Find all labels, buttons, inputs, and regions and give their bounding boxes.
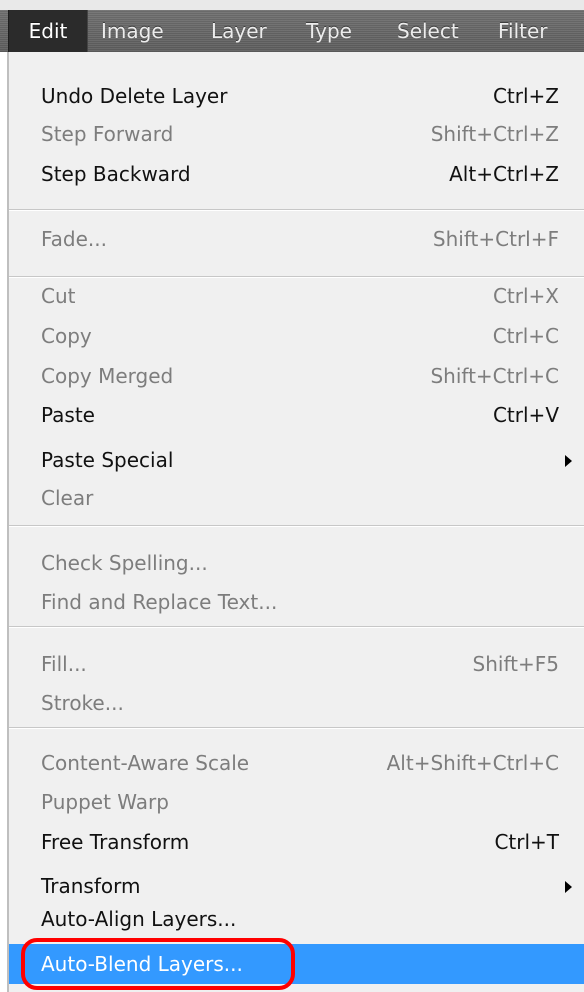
chevron-right-icon — [565, 881, 572, 893]
menu-item-fade[interactable]: Fade... Shift+Ctrl+F — [9, 221, 584, 257]
menu-item-undo-delete-layer[interactable]: Undo Delete Layer Ctrl+Z — [9, 78, 584, 114]
menu-item-content-aware-scale[interactable]: Content-Aware Scale Alt+Shift+Ctrl+C — [9, 745, 584, 781]
menu-item-find-and-replace-text[interactable]: Find and Replace Text... — [9, 584, 584, 620]
menu-item-label: Free Transform — [41, 830, 190, 854]
menu-item-label: Auto-Blend Layers... — [41, 952, 243, 976]
menu-item-shortcut: Alt+Ctrl+Z — [449, 162, 559, 186]
menu-item-check-spelling[interactable]: Check Spelling... — [9, 545, 584, 581]
menu-item-fill[interactable]: Fill... Shift+F5 — [9, 646, 584, 682]
menu-item-label: Step Backward — [41, 162, 191, 186]
menu-bar: Edit Image Layer Type Select Filter — [0, 0, 584, 52]
menu-item-step-backward[interactable]: Step Backward Alt+Ctrl+Z — [9, 156, 584, 192]
menu-item-shortcut: Ctrl+C — [492, 324, 559, 348]
menu-layer[interactable]: Layer — [211, 10, 267, 52]
menu-item-stroke[interactable]: Stroke... — [9, 685, 584, 721]
menu-item-shortcut: Shift+Ctrl+C — [430, 364, 559, 388]
menu-item-label: Copy — [41, 324, 92, 348]
menu-item-auto-blend-layers[interactable]: Auto-Blend Layers... — [9, 944, 584, 984]
menu-separator — [9, 525, 584, 527]
menu-separator — [9, 727, 584, 729]
menu-item-label: Clear — [41, 486, 94, 510]
menu-item-label: Fade... — [41, 227, 107, 251]
menu-select[interactable]: Select — [397, 10, 459, 52]
menu-filter[interactable]: Filter — [498, 10, 548, 52]
menu-item-shortcut: Ctrl+T — [494, 830, 559, 854]
menu-item-label: Auto-Align Layers... — [41, 907, 237, 931]
menu-separator — [9, 626, 584, 628]
menu-item-shortcut: Alt+Shift+Ctrl+C — [386, 751, 559, 775]
menu-item-step-forward[interactable]: Step Forward Shift+Ctrl+Z — [9, 116, 584, 152]
menu-item-free-transform[interactable]: Free Transform Ctrl+T — [9, 824, 584, 860]
menu-item-shortcut: Ctrl+Z — [492, 84, 559, 108]
menu-item-label: Undo Delete Layer — [41, 84, 228, 108]
menu-item-transform[interactable]: Transform — [9, 868, 584, 904]
menu-type[interactable]: Type — [306, 10, 352, 52]
menu-item-label: Cut — [41, 284, 76, 308]
menu-item-label: Copy Merged — [41, 364, 174, 388]
menu-item-paste-special[interactable]: Paste Special — [9, 442, 584, 478]
menu-item-clear[interactable]: Clear — [9, 480, 584, 516]
menu-image[interactable]: Image — [101, 10, 164, 52]
menu-item-label: Transform — [41, 874, 141, 898]
menu-item-label: Find and Replace Text... — [41, 590, 278, 614]
menu-item-label: Fill... — [41, 652, 87, 676]
menu-item-label: Paste — [41, 403, 95, 427]
menu-item-label: Check Spelling... — [41, 551, 208, 575]
menu-item-puppet-warp[interactable]: Puppet Warp — [9, 784, 584, 820]
menu-item-shortcut: Ctrl+X — [492, 284, 559, 308]
menu-edit[interactable]: Edit — [8, 10, 88, 52]
menu-item-copy[interactable]: Copy Ctrl+C — [9, 318, 584, 354]
menu-item-shortcut: Shift+F5 — [472, 652, 559, 676]
menu-item-cut[interactable]: Cut Ctrl+X — [9, 278, 584, 314]
chevron-right-icon — [565, 455, 572, 467]
menu-item-shortcut: Ctrl+V — [492, 403, 559, 427]
menu-item-shortcut: Shift+Ctrl+F — [432, 227, 559, 251]
menu-item-label: Puppet Warp — [41, 790, 169, 814]
menu-item-paste[interactable]: Paste Ctrl+V — [9, 397, 584, 433]
menu-item-label: Step Forward — [41, 122, 174, 146]
menu-item-label: Content-Aware Scale — [41, 751, 250, 775]
menu-item-auto-align-layers[interactable]: Auto-Align Layers... — [9, 901, 584, 937]
menu-item-label: Paste Special — [41, 448, 174, 472]
menu-item-label: Stroke... — [41, 691, 124, 715]
menu-item-shortcut: Shift+Ctrl+Z — [430, 122, 559, 146]
menu-item-copy-merged[interactable]: Copy Merged Shift+Ctrl+C — [9, 358, 584, 394]
menu-separator — [9, 209, 584, 211]
